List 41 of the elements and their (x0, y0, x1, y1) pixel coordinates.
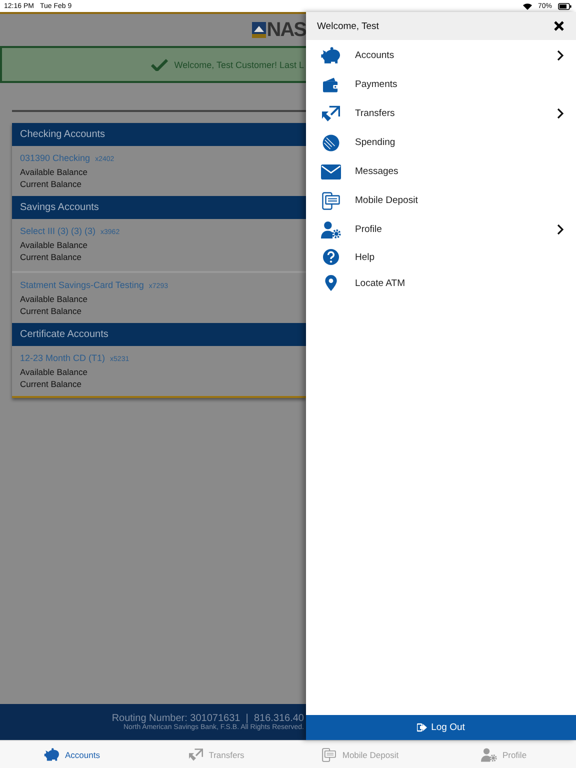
close-icon[interactable] (554, 21, 564, 31)
balance-label: Current Balance (20, 251, 82, 263)
menu-item[interactable]: Help (306, 244, 576, 270)
balance-label: Available Balance (20, 366, 88, 378)
piggy-bank-icon (320, 46, 340, 64)
menu-item[interactable]: Transfers (306, 99, 576, 128)
menu-item[interactable]: Locate ATM (306, 270, 576, 296)
balance-label: Available Balance (20, 293, 88, 305)
wallet-icon (322, 76, 340, 92)
menu-item[interactable]: Accounts (306, 41, 576, 70)
battery-icon (558, 2, 572, 10)
help-icon (322, 249, 338, 265)
welcome-message: Welcome, Test Customer! Last L (174, 60, 304, 70)
tab[interactable]: Accounts (0, 741, 144, 768)
section-header: Checking Accounts (12, 123, 306, 146)
drawer-greeting: Welcome, Test (317, 20, 379, 32)
transfer-arrows-icon (320, 104, 340, 122)
menu-item[interactable]: Messages (306, 157, 576, 186)
wifi-icon (522, 2, 532, 10)
envelope-icon (320, 164, 340, 180)
balance-label: Available Balance (20, 239, 88, 251)
balance-label: Current Balance (20, 378, 82, 390)
section-header: Savings Accounts (12, 196, 306, 219)
checkmark-icon (151, 58, 168, 71)
balance-label: Current Balance (20, 305, 82, 317)
menu-item[interactable]: Spending (306, 128, 576, 157)
map-pin-icon (324, 275, 336, 291)
menu-item[interactable]: Profile (306, 215, 576, 244)
menu-item[interactable]: Payments (306, 70, 576, 99)
section-header: Certificate Accounts (12, 323, 306, 346)
bank-logo: NAS (252, 18, 306, 42)
routing-number: Routing Number: 301071631 | 816.316.40 (112, 713, 304, 724)
transfer-arrows-icon (188, 748, 204, 762)
menu-item[interactable]: Mobile Deposit (306, 186, 576, 215)
logout-button[interactable]: Log Out (306, 715, 576, 740)
balance-label: Available Balance (20, 166, 88, 178)
user-gear-icon (481, 748, 498, 762)
user-gear-icon (320, 220, 340, 238)
logout-icon (417, 723, 428, 732)
balance-label: Current Balance (20, 178, 82, 190)
piggy-bank-icon (44, 748, 60, 762)
